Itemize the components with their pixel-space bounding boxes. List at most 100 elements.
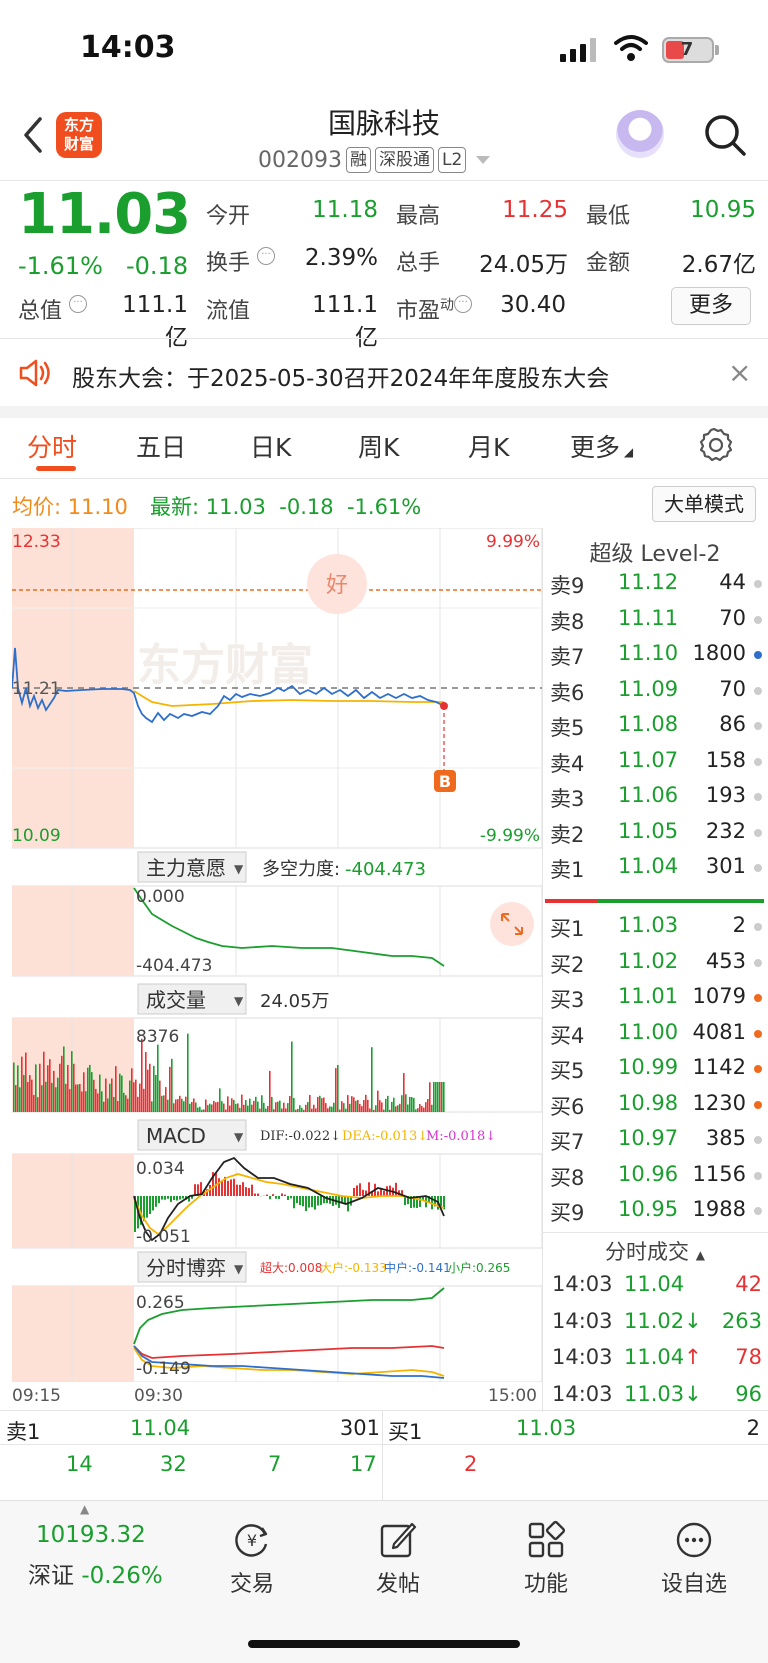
value-high: 11.25 [502,197,568,223]
ask-level-volume: 301 [705,854,746,878]
bid-level-row[interactable]: 买5 10.99 1142 [550,1055,762,1089]
bid-level-label: 买8 [550,1165,585,1190]
ask-level-row[interactable]: 卖7 11.10 1800 [550,641,762,675]
nav-add-watchlist[interactable]: 设自选 [634,1520,754,1598]
summary-buy-price: 11.03 [516,1416,577,1440]
ask-level-label: 卖5 [550,716,585,740]
volume-bar [415,1109,417,1112]
volume-bar [427,1099,429,1112]
volume-bar [407,1104,409,1112]
volume-bar [323,1097,325,1112]
volume-bar [349,1103,351,1112]
bid-level-row[interactable]: 买7 10.97 385 [550,1126,762,1160]
macd-bar [170,1196,172,1202]
ask-level-row[interactable]: 卖3 11.06 193 [550,783,762,817]
ask-level-row[interactable]: 卖6 11.09 70 [550,677,762,711]
volume-bar [181,1098,183,1112]
macd-bar [233,1178,235,1196]
volume-bar [35,1064,37,1112]
bid-level-row[interactable]: 买6 10.98 1230 [550,1091,762,1125]
edit-icon [380,1522,417,1558]
bid-level-label: 买4 [550,1023,585,1048]
big-order-mode-button[interactable]: 大单模式 [652,486,756,522]
order-book-divider [542,528,543,1412]
index-ticker[interactable]: 深证 -0.26% [28,1556,163,1590]
volume-bar [371,1047,373,1112]
ask-level-row[interactable]: 卖2 11.05 232 [550,819,762,853]
ask-level-row[interactable]: 卖4 11.07 158 [550,748,762,782]
stock-code-row[interactable]: 002093 融 深股通 L2 [258,145,491,175]
bid-level-row[interactable]: 买1 11.03 2 [550,913,762,947]
macd-bar [275,1196,277,1199]
notice-text[interactable]: 股东大会：于2025-05-30召开2024年年度股东大会 [72,359,609,393]
quote-more-button[interactable]: 更多 [671,287,751,325]
info-icon: ··· [69,295,88,313]
nav-trade[interactable]: ¥ 交易 [192,1520,312,1598]
tab-more[interactable]: 更多 ◢ [570,428,633,464]
bid-level-label: 买6 [550,1094,585,1119]
volume-bar [419,1103,421,1112]
label-total-value[interactable]: 总值 ··· [18,293,88,325]
volume-bar [297,1108,299,1112]
trade-row: 14:03 11.02↓ 263 [552,1309,762,1343]
svg-text:▼: ▼ [234,994,244,1008]
volume-bar [49,1059,51,1112]
bid-level-row[interactable]: 买2 11.02 453 [550,949,762,983]
tab-monthly-k[interactable]: 月K [468,428,509,464]
index-value[interactable]: 10193.32 [36,1522,146,1548]
tag-l2: L2 [437,147,467,173]
bid-level-label: 买9 [550,1201,585,1225]
volume-bar [211,1104,213,1112]
nav-post[interactable]: 发帖 [338,1520,458,1598]
intraday-chart-svg: 东方财富 B 好 12.33 11.21 10.09 9.99% -9.99% … [12,528,542,1382]
assistant-avatar[interactable] [616,110,664,158]
ask-level-row[interactable]: 卖1 11.04 301 [550,854,762,888]
ask-level-row[interactable]: 卖8 11.11 70 [550,606,762,640]
macd-bar [161,1196,163,1200]
trade-icon: ¥ [235,1524,268,1557]
bid-level-row[interactable]: 买8 10.96 1156 [550,1162,762,1196]
home-indicator[interactable] [248,1640,520,1648]
summary-buy-label: 买1 [388,1420,423,1444]
volume-bar [283,1102,285,1112]
bid-level-row[interactable]: 买9 10.95 1988 [550,1197,762,1231]
label-pe[interactable]: 市盈动 ··· [396,293,473,325]
panel1-bottom-label: -404.473 [136,956,212,976]
order-marker-dot [754,864,762,872]
gear-icon[interactable] [694,425,734,465]
macd-bar [287,1196,289,1200]
tab-intraday[interactable]: 分时 [27,428,77,464]
macd-bar [182,1196,184,1199]
volume-bar [273,1109,275,1112]
tab-weekly-k[interactable]: 周K [358,428,399,464]
intraday-chart[interactable]: 东方财富 B 好 12.33 11.21 10.09 9.99% -9.99% … [12,528,542,1382]
summary-buy-vol: 2 [746,1416,760,1440]
order-marker-dot [754,828,762,837]
nav-functions[interactable]: 功能 [486,1520,606,1598]
tab-daily-k[interactable]: 日K [250,428,291,464]
ask-level-label: 卖4 [550,751,585,776]
tab-five-day[interactable]: 五日 [136,428,186,464]
bid-level-row[interactable]: 买3 11.01 1079 [550,984,762,1018]
ask-level-row[interactable]: 卖9 11.12 44 [550,570,762,604]
macd-bar [167,1196,169,1199]
volume-bar [413,1098,415,1112]
trades-title[interactable]: 分时成交 ▲ [542,1236,768,1266]
macd-bar [305,1196,307,1212]
pct-high-label: 9.99% [486,532,540,552]
search-icon[interactable] [702,112,748,158]
macd-bar [164,1196,166,1200]
volume-bar [199,1106,201,1112]
bid-level-row[interactable]: 买4 11.00 4081 [550,1020,762,1054]
macd-bar [359,1183,361,1196]
ask-level-row[interactable]: 卖5 11.08 86 [550,712,762,746]
collapse-icon[interactable]: ▲ [80,1502,89,1516]
volume-bar [159,1080,161,1112]
volume-bar [37,1097,39,1112]
bid-level-volume: 1142 [692,1055,746,1079]
label-turnover[interactable]: 换手 ··· [206,245,276,277]
label-volume: 总手 [396,251,441,276]
volume-bar [187,1033,189,1112]
close-icon[interactable]: × [728,356,751,389]
value-pe: 30.40 [500,292,566,318]
